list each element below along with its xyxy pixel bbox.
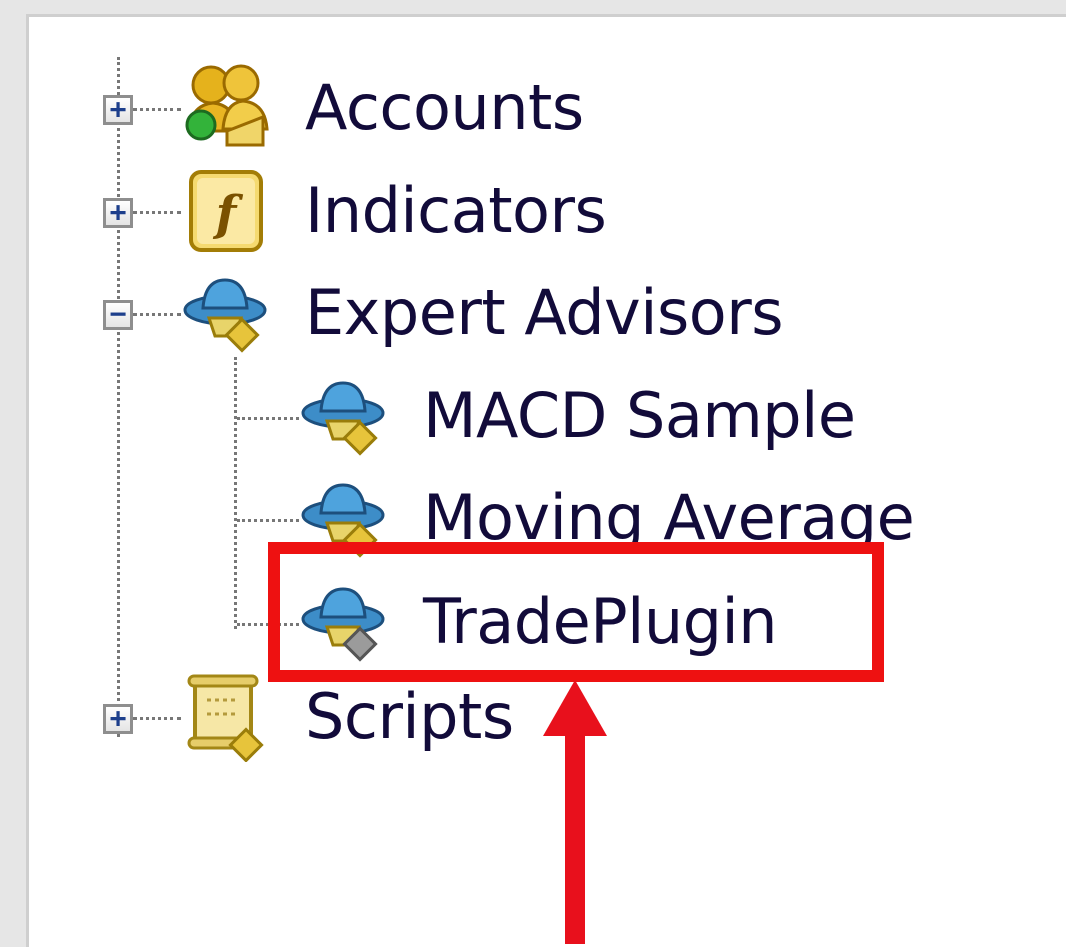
- expand-indicators-toggle[interactable]: +: [103, 198, 133, 228]
- navigator-panel: + + − + Accounts f Indicators Expert Adv…: [26, 14, 1066, 947]
- tree-branch-line: [133, 717, 181, 720]
- tree-item-expert-advisors[interactable]: Expert Advisors: [179, 266, 784, 358]
- indicator-function-icon: f: [179, 164, 271, 256]
- tree-item-label: Indicators: [305, 173, 607, 247]
- tree-child-line: [234, 357, 237, 629]
- tree-item-label: Scripts: [305, 679, 514, 753]
- tree-item-label: MACD Sample: [423, 378, 856, 452]
- tree-branch-line: [133, 108, 181, 111]
- expand-accounts-toggle[interactable]: +: [103, 95, 133, 125]
- pointer-arrow-head: [543, 680, 607, 736]
- tree-item-macd-sample[interactable]: MACD Sample: [297, 369, 856, 461]
- script-scroll-icon: [179, 670, 271, 762]
- expand-scripts-toggle[interactable]: +: [103, 704, 133, 734]
- accounts-icon: [179, 61, 271, 153]
- expert-advisor-hat-icon: [179, 266, 271, 358]
- tree-item-label: Expert Advisors: [305, 275, 784, 349]
- pointer-arrow-shaft: [565, 730, 585, 944]
- tree-item-accounts[interactable]: Accounts: [179, 61, 584, 153]
- tree-item-indicators[interactable]: f Indicators: [179, 164, 607, 256]
- tree-item-scripts[interactable]: Scripts: [179, 670, 514, 762]
- tree-root-line: [117, 57, 120, 737]
- tree-item-label: Accounts: [305, 70, 584, 144]
- tree-child-branch-line: [237, 519, 299, 522]
- expert-advisor-hat-icon: [297, 369, 389, 461]
- tree-child-branch-line: [237, 417, 299, 420]
- highlight-box: [268, 542, 884, 682]
- tree-branch-line: [133, 313, 181, 316]
- tree-branch-line: [133, 211, 181, 214]
- collapse-expert-advisors-toggle[interactable]: −: [103, 300, 133, 330]
